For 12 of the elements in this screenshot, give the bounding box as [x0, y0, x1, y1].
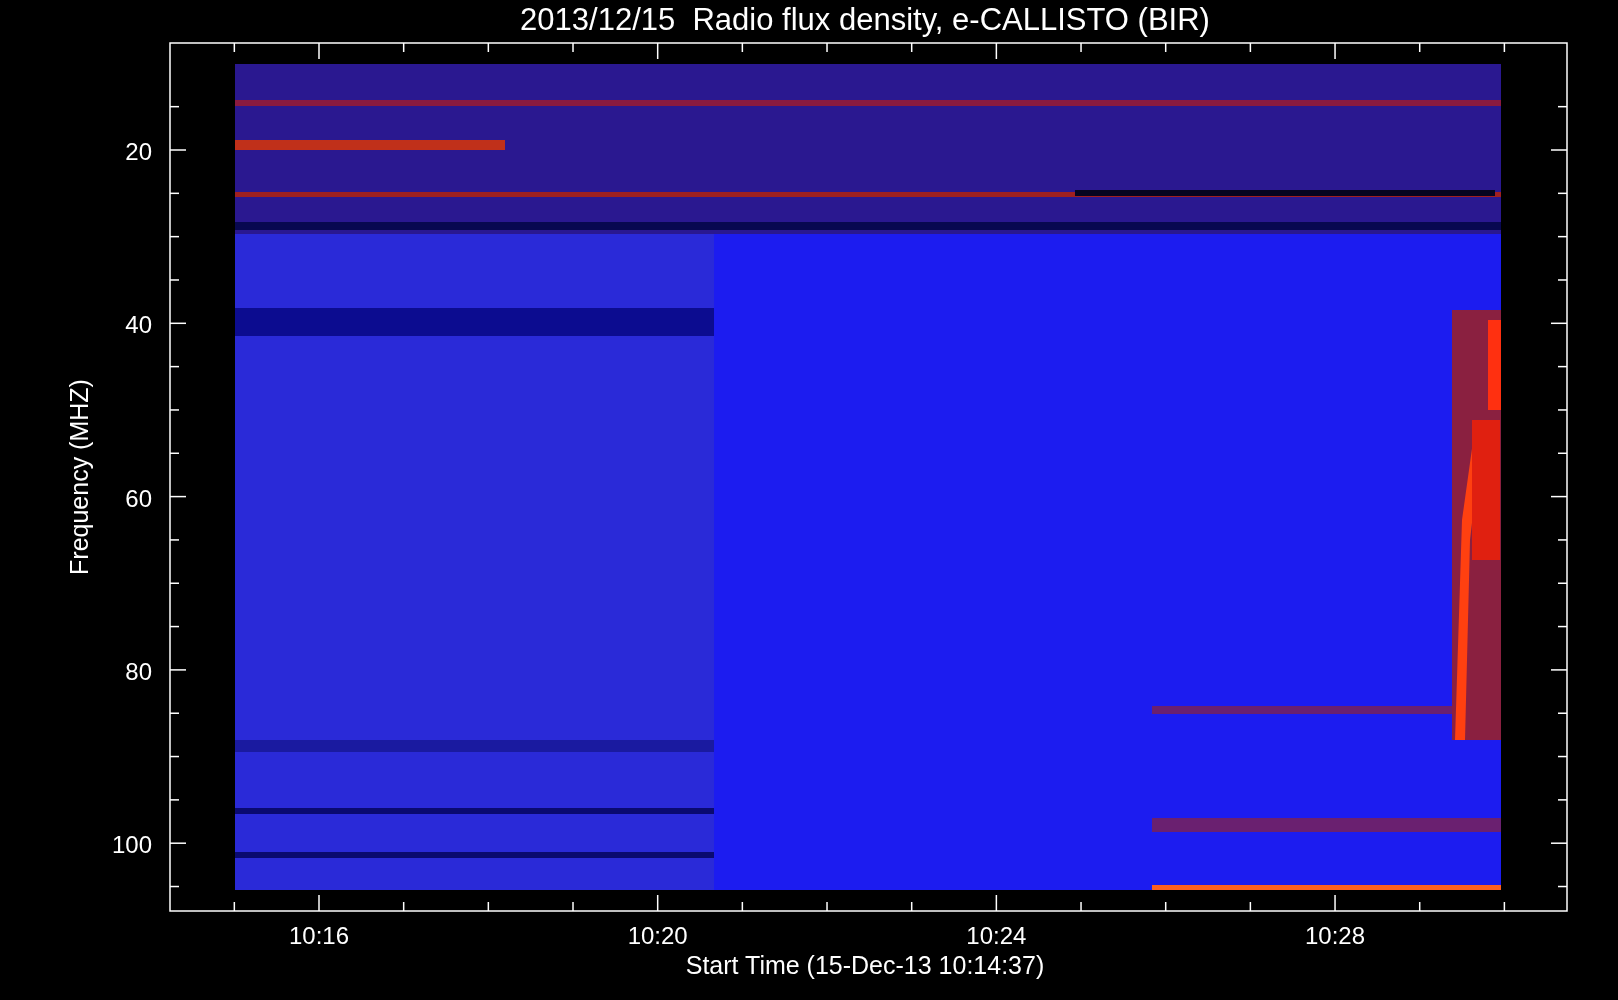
x-tick-label: 10:24	[966, 922, 1027, 949]
y-tick-label: 80	[125, 657, 152, 685]
y-tick-label: 20	[125, 138, 152, 165]
plot-title: 2013/12/15 Radio flux density, e-CALLISTO (BIR)	[520, 2, 1210, 37]
y-axis-label: Frequency (MHZ)	[65, 379, 93, 575]
x-tick-label: 10:28	[1305, 922, 1366, 949]
x-axis-label: Start Time (15-Dec-13 10:14:37)	[685, 951, 1045, 979]
y-tick-label: 40	[125, 311, 152, 339]
y-tick-label: 60	[125, 484, 152, 512]
x-tick-label: 10:16	[288, 922, 350, 949]
y-tick-label: 100	[111, 831, 152, 859]
x-tick-label: 10:20	[627, 922, 688, 949]
